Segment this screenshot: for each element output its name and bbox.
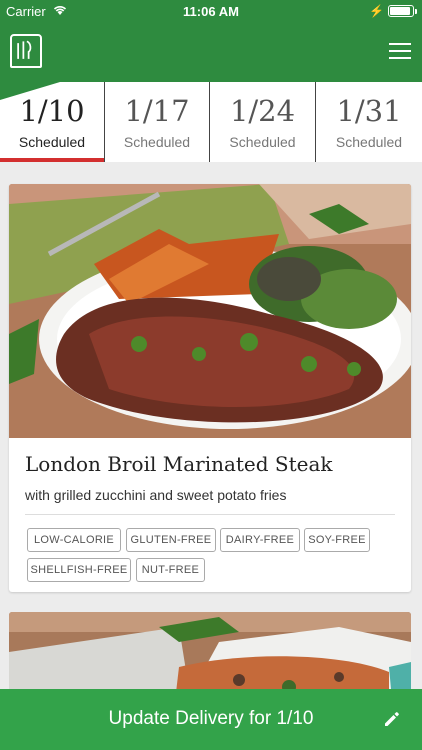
tab-status: Scheduled [123,134,191,150]
tag-nut-free: NUT-FREE [136,558,205,582]
active-tab-indicator [0,158,104,162]
tab-status: Scheduled [229,134,296,150]
chef-logo-icon[interactable] [10,34,42,68]
tag-shellfish-free: SHELLFISH-FREE [27,558,131,582]
recipe-title: London Broil Marinated Steak [25,452,333,476]
tag-soy-free: SOY-FREE [304,528,370,552]
recipe-subtitle: with grilled zucchini and sweet potato f… [25,487,287,503]
tab-date: 1/24 [229,94,296,128]
tab-1-24[interactable]: 1/24 Scheduled [210,82,316,162]
hamburger-menu-icon[interactable] [389,42,411,60]
pencil-edit-icon [385,712,399,726]
update-delivery-label: Update Delivery for 1/10 [108,708,314,729]
recipe-photo [9,184,411,438]
update-delivery-button[interactable]: Update Delivery for 1/10 [0,689,422,750]
tag-dairy-free: DAIRY-FREE [220,528,300,552]
tab-corner-accent [0,82,60,100]
nav-bar [0,22,422,82]
battery-icon [388,5,417,17]
card-divider [25,514,395,515]
tag-gluten-free: GLUTEN-FREE [126,528,216,552]
charging-icon: ⚡ [369,4,384,18]
tab-status: Scheduled [335,134,403,150]
status-time: 11:06 AM [183,4,239,19]
tab-1-17[interactable]: 1/17 Scheduled [105,82,210,162]
status-bar: Carrier 11:06 AM ⚡ [0,0,422,22]
tab-status: Scheduled [18,134,86,150]
tab-1-31[interactable]: 1/31 Scheduled [316,82,422,162]
tab-date: 1/31 [336,94,402,128]
delivery-date-tabs: 1/10 Scheduled 1/17 Scheduled 1/24 Sched… [0,82,422,162]
tab-date: 1/17 [124,94,190,128]
tag-low-calorie: LOW-CALORIE [27,528,121,552]
recipe-card[interactable]: London Broil Marinated Steak with grille… [9,184,411,592]
tab-1-10[interactable]: 1/10 Scheduled [0,82,105,162]
